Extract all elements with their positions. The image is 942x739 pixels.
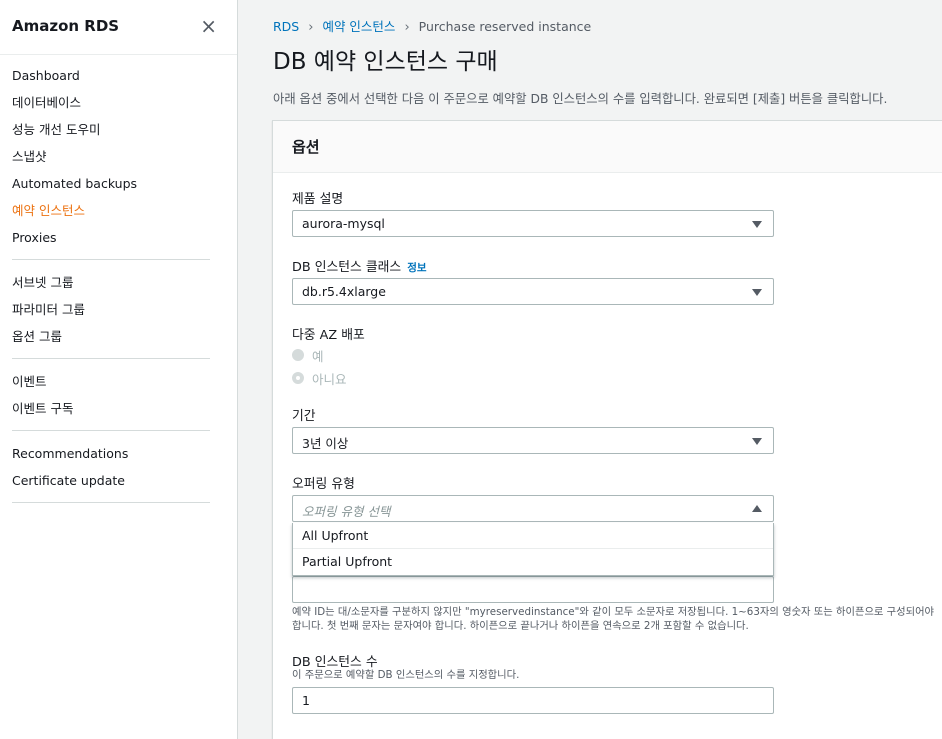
sidebar-item-automated-backups[interactable]: Automated backups — [12, 174, 210, 201]
sidebar-nav: Dashboard 데이터베이스 성능 개선 도우미 스냅샷 Automated… — [12, 66, 210, 516]
sidebar-item-dashboard[interactable]: Dashboard — [12, 66, 210, 93]
instance-class-value: db.r5.4xlarge — [302, 284, 386, 299]
sidebar: Amazon RDS × Dashboard 데이터베이스 성능 개선 도우미 … — [0, 0, 238, 739]
chevron-right-icon: › — [308, 20, 314, 35]
sidebar-title: Amazon RDS — [12, 17, 120, 35]
options-panel: 옵션 제품 설명 aurora-mysql DB 인스턴스 클래스 정보 db.r… — [272, 120, 942, 739]
term-value: 3년 이상 — [302, 436, 349, 451]
sidebar-item-certificate-update[interactable]: Certificate update — [12, 471, 210, 498]
caret-down-icon — [752, 221, 762, 228]
radio-label-no: 아니요 — [312, 372, 347, 387]
info-link[interactable]: 정보 — [407, 262, 426, 274]
breadcrumb-rds[interactable]: RDS — [273, 19, 299, 34]
caret-up-icon — [752, 505, 762, 512]
instance-count-value: 1 — [302, 693, 310, 708]
page-title: DB 예약 인스턴스 구매 — [273, 49, 498, 75]
sidebar-header: Amazon RDS × — [0, 0, 237, 55]
breadcrumb-current: Purchase reserved instance — [418, 19, 592, 34]
offering-type-label: 오퍼링 유형 — [292, 477, 355, 492]
reservation-id-hint: 예약 ID는 대/소문자를 구분하지 않지만 "myreservedinstan… — [292, 606, 935, 632]
reservation-id-input[interactable] — [292, 576, 774, 603]
offering-type-dropdown: All Upfront Partial Upfront — [292, 523, 774, 576]
sidebar-item-snapshots[interactable]: 스냅샷 — [12, 147, 210, 174]
chevron-right-icon: › — [404, 20, 410, 35]
offering-type-placeholder: 오퍼링 유형 선택 — [302, 504, 391, 519]
sidebar-item-subnet-groups[interactable]: 서브넷 그룹 — [12, 273, 210, 300]
nav-divider — [12, 358, 210, 359]
sidebar-item-reserved-instances[interactable]: 예약 인스턴스 — [12, 201, 210, 228]
term-label: 기간 — [292, 409, 316, 424]
offering-type-select[interactable]: 오퍼링 유형 선택 — [292, 495, 774, 522]
sidebar-item-recommendations[interactable]: Recommendations — [12, 444, 210, 471]
page-description: 아래 옵션 중에서 선택한 다음 이 주문으로 예약할 DB 인스턴스의 수를 … — [273, 92, 888, 106]
instance-class-label-row: DB 인스턴스 클래스 정보 — [292, 256, 427, 275]
caret-down-icon — [752, 289, 762, 296]
sidebar-item-databases[interactable]: 데이터베이스 — [12, 93, 210, 120]
panel-title: 옵션 — [292, 138, 320, 156]
sidebar-item-events[interactable]: 이벤트 — [12, 372, 210, 399]
radio-button — [292, 349, 304, 361]
main-content: RDS › 예약 인스턴스 › Purchase reserved instance D… — [238, 0, 942, 739]
dropdown-option-partial-upfront[interactable]: Partial Upfront — [293, 549, 773, 575]
nav-divider — [12, 430, 210, 431]
nav-divider — [12, 502, 210, 503]
multi-az-label: 다중 AZ 배포 — [292, 328, 365, 343]
breadcrumb: RDS › 예약 인스턴스 › Purchase reserved instance — [273, 16, 591, 35]
instance-class-select[interactable]: db.r5.4xlarge — [292, 278, 774, 305]
sidebar-item-event-subscriptions[interactable]: 이벤트 구독 — [12, 399, 210, 426]
panel-header: 옵션 — [273, 121, 942, 173]
sidebar-item-proxies[interactable]: Proxies — [12, 228, 210, 255]
instance-class-label: DB 인스턴스 클래스 — [292, 260, 402, 275]
sidebar-item-performance-insights[interactable]: 성능 개선 도우미 — [12, 120, 210, 147]
dropdown-option-all-upfront[interactable]: All Upfront — [293, 523, 773, 549]
instance-count-input[interactable]: 1 — [292, 687, 774, 714]
term-select[interactable]: 3년 이상 — [292, 427, 774, 454]
close-icon[interactable]: × — [200, 14, 217, 38]
product-description-label: 제품 설명 — [292, 192, 344, 207]
caret-down-icon — [752, 438, 762, 445]
sidebar-item-parameter-groups[interactable]: 파라미터 그룹 — [12, 300, 210, 327]
radio-button-selected — [292, 372, 304, 384]
product-description-value: aurora-mysql — [302, 216, 385, 231]
radio-label-yes: 예 — [312, 349, 324, 364]
sidebar-item-option-groups[interactable]: 옵션 그룹 — [12, 327, 210, 354]
nav-divider — [12, 259, 210, 260]
breadcrumb-reserved-instances[interactable]: 예약 인스턴스 — [322, 19, 395, 34]
product-description-select[interactable]: aurora-mysql — [292, 210, 774, 237]
instance-count-hint: 이 주문으로 예약할 DB 인스턴스의 수를 지정합니다. — [292, 669, 520, 681]
